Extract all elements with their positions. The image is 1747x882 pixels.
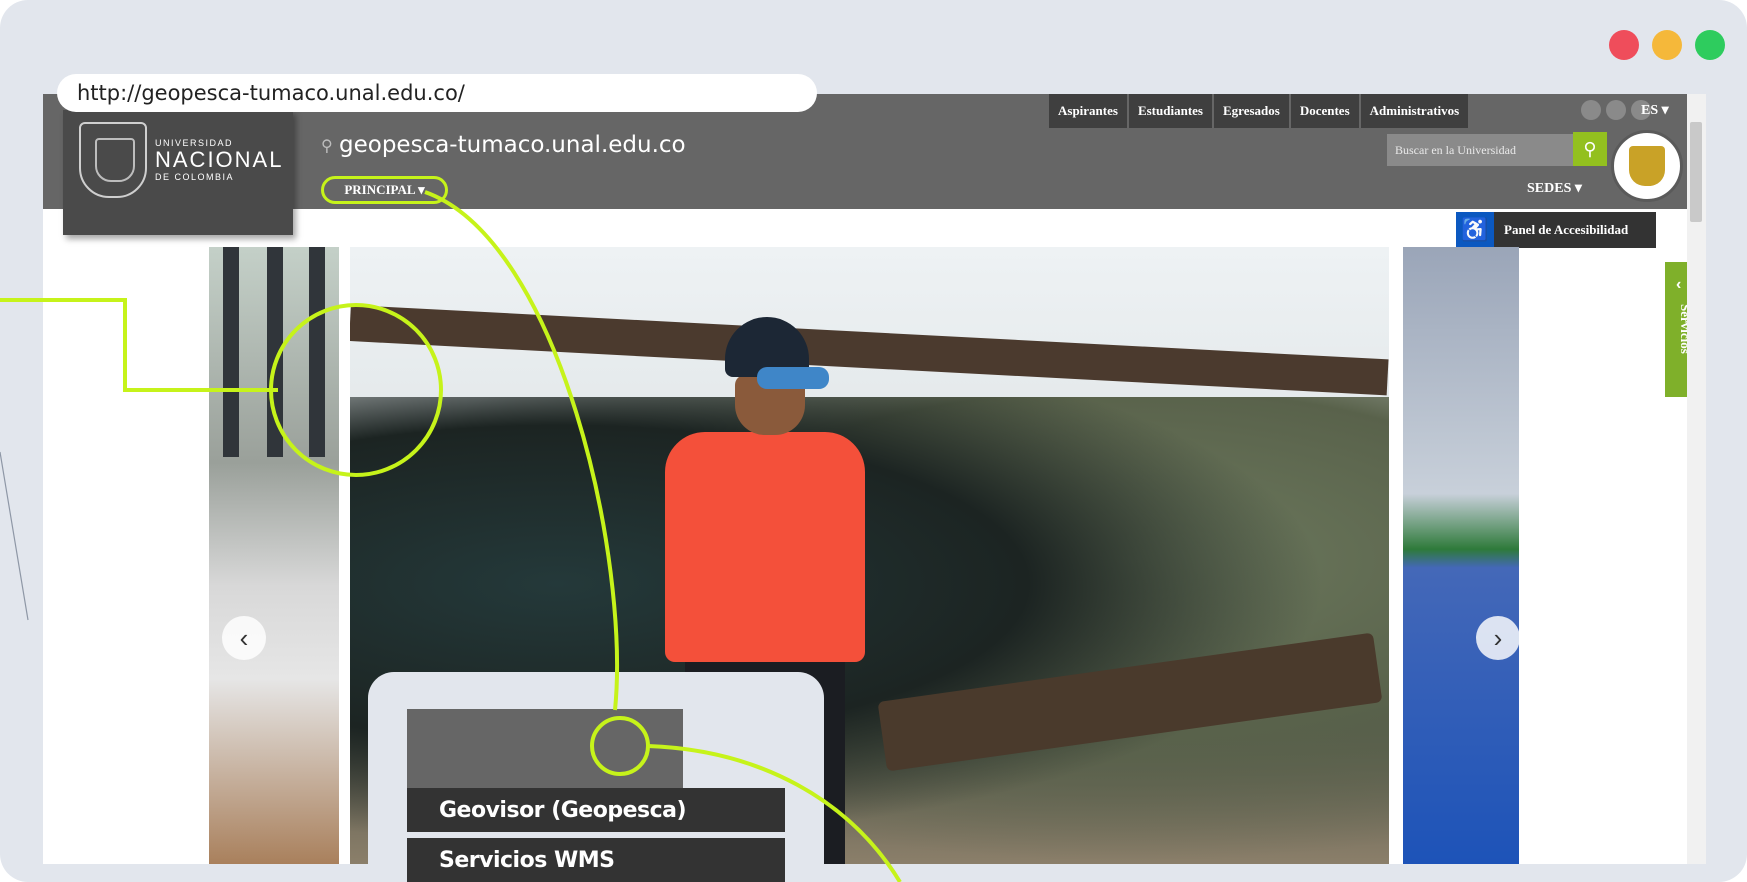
minimize-dot[interactable]: [1652, 30, 1682, 60]
window-controls: [1609, 30, 1725, 60]
browser-viewport: Aspirantes Estudiantes Egresados Docente…: [43, 94, 1706, 864]
vertical-scrollbar[interactable]: [1687, 94, 1706, 864]
chevron-left-icon: ‹: [1676, 276, 1682, 293]
menu-item-geovisor[interactable]: Geovisor (Geopesca): [407, 788, 785, 832]
close-dot[interactable]: [1609, 30, 1639, 60]
accessibility-panel-button[interactable]: ♿ Panel de Accesibilidad: [1456, 212, 1656, 248]
chevron-right-icon: ›: [1493, 622, 1503, 653]
nav-egresados[interactable]: Egresados: [1213, 94, 1291, 128]
nav-aspirantes[interactable]: Aspirantes: [1049, 94, 1129, 128]
location-pin-icon: ⚲: [321, 138, 333, 155]
university-seal-icon: [79, 122, 147, 198]
carousel-slide-next: [1403, 247, 1519, 864]
search-input[interactable]: Buscar en la Universidad: [1387, 134, 1575, 166]
address-bar[interactable]: http://geopesca-tumaco.unal.edu.co/: [57, 74, 817, 112]
language-selector[interactable]: ES ▾: [1641, 102, 1669, 119]
chevron-left-icon: ‹: [239, 622, 249, 653]
site-title[interactable]: geopesca-tumaco.unal.edu.co: [339, 132, 686, 158]
menu-item-servicios-wms[interactable]: Servicios WMS: [407, 838, 785, 882]
logo-text: UNIVERSIDAD NACIONAL DE COLOMBIA: [155, 138, 283, 182]
search-icon[interactable]: ⚲: [1573, 132, 1607, 166]
twitter-icon[interactable]: [1606, 100, 1626, 120]
presentation-frame: http://geopesca-tumaco.unal.edu.co/ Aspi…: [0, 0, 1747, 882]
wooden-beam: [350, 305, 1389, 396]
logo-line-3: DE COLOMBIA: [155, 172, 235, 182]
colombia-shield-icon[interactable]: [1611, 130, 1683, 202]
sedes-menu[interactable]: SEDES ▾: [1527, 180, 1582, 197]
nav-docentes[interactable]: Docentes: [1290, 94, 1361, 128]
accessibility-icon: ♿: [1456, 212, 1494, 248]
maximize-dot[interactable]: [1695, 30, 1725, 60]
carousel-prev-button[interactable]: ‹: [222, 616, 266, 660]
carousel-next-button[interactable]: ›: [1476, 616, 1520, 660]
principal-menu-button[interactable]: PRINCIPAL ▾: [321, 176, 448, 204]
menu-callout-header: [407, 709, 683, 788]
audience-nav: Aspirantes Estudiantes Egresados Docente…: [1049, 94, 1471, 128]
accessibility-label: Panel de Accesibilidad: [1504, 222, 1629, 237]
carousel-slide-previous: [209, 247, 339, 864]
address-url: http://geopesca-tumaco.unal.edu.co/: [77, 81, 465, 105]
facebook-icon[interactable]: [1581, 100, 1601, 120]
university-logo[interactable]: UNIVERSIDAD NACIONAL DE COLOMBIA: [63, 110, 293, 235]
scrollbar-thumb[interactable]: [1690, 122, 1702, 222]
nav-estudiantes[interactable]: Estudiantes: [1128, 94, 1214, 128]
nav-administrativos[interactable]: Administrativos: [1360, 94, 1471, 128]
logo-line-2: NACIONAL: [155, 147, 284, 172]
